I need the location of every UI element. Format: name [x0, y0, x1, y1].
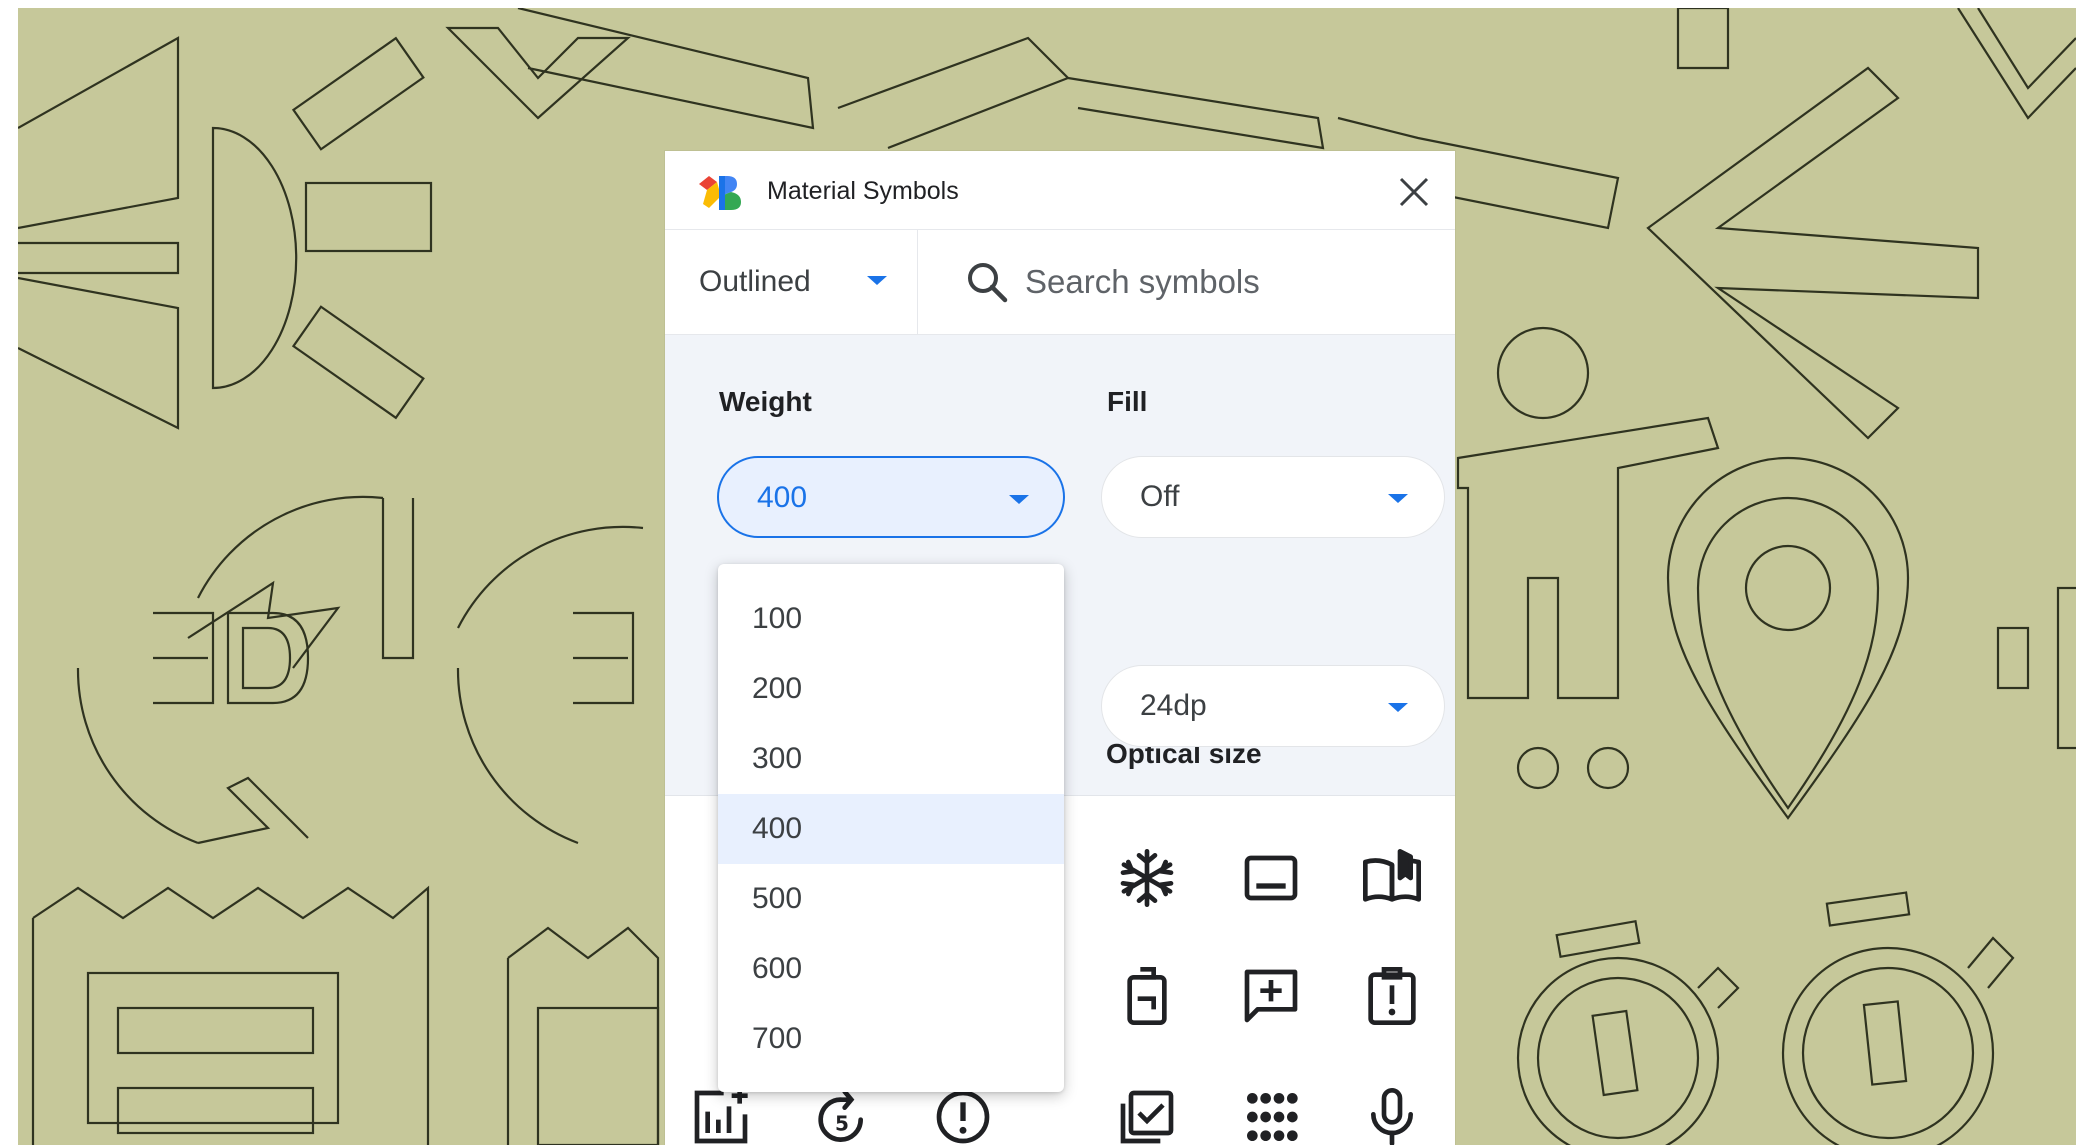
search-icon: [968, 263, 1008, 303]
checkbox-list-icon[interactable]: [1111, 1081, 1183, 1145]
fill-value: Off: [1140, 480, 1180, 513]
weight-option-700[interactable]: 700: [718, 1004, 1064, 1074]
style-dropdown-value: Outlined: [699, 265, 811, 298]
caret-down-icon: [1388, 703, 1408, 712]
close-button[interactable]: [1392, 170, 1436, 214]
search-row: Outlined: [665, 230, 1455, 335]
fill-dropdown-pill[interactable]: Off: [1101, 456, 1445, 538]
weight-option-400[interactable]: 400: [718, 794, 1064, 864]
weight-option-200[interactable]: 200: [718, 654, 1064, 724]
caret-down-icon: [1009, 495, 1029, 504]
auto-stories-icon[interactable]: [1356, 842, 1428, 914]
ac-unit-icon[interactable]: [1111, 842, 1183, 914]
subtitles-icon[interactable]: [1235, 842, 1307, 914]
fill-label: Fill: [1107, 386, 1148, 417]
wallpaper-background: Material Symbols Outlined Weight Fill: [18, 8, 2076, 1145]
search-input[interactable]: [1025, 256, 1425, 308]
close-icon: [1399, 177, 1429, 207]
caret-down-icon: [1388, 494, 1408, 503]
add-comment-icon[interactable]: [1235, 960, 1307, 1032]
svg-text:5: 5: [835, 1111, 849, 1135]
panel-titlebar: Material Symbols: [665, 151, 1455, 230]
caret-down-icon: [867, 276, 887, 285]
weight-option-100[interactable]: 100: [718, 584, 1064, 654]
material-symbols-logo-icon: [699, 176, 741, 210]
weight-value: 400: [757, 481, 808, 514]
weight-option-300[interactable]: 300: [718, 724, 1064, 794]
optical-size-value: 24dp: [1140, 689, 1207, 722]
optical-size-dropdown[interactable]: 24dp: [1101, 665, 1445, 747]
battery-icon[interactable]: [1111, 960, 1183, 1032]
weight-label: Weight: [719, 386, 812, 417]
style-dropdown[interactable]: Outlined: [665, 230, 918, 334]
mic-icon[interactable]: [1356, 1081, 1428, 1145]
dialpad-icon[interactable]: [1235, 1081, 1307, 1145]
weight-option-500[interactable]: 500: [718, 864, 1064, 934]
weight-option-600[interactable]: 600: [718, 934, 1064, 1004]
clipboard-alert-icon[interactable]: [1356, 960, 1428, 1032]
app-title: Material Symbols: [767, 177, 959, 205]
weight-options-menu: 100 200 300 400 500 600 700: [718, 564, 1064, 1092]
weight-dropdown-pill[interactable]: 400: [717, 456, 1065, 538]
